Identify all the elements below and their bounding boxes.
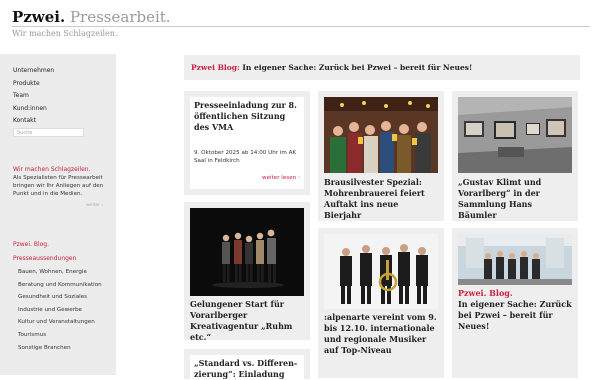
- card-title[interactable]: „Standard vs. Differen­zierung“: Einladu…: [194, 358, 302, 380]
- news-card[interactable]: Pzwei. Blog. In eigener Sache: Zurück be…: [452, 228, 578, 378]
- news-card[interactable]: :alpenarte vereint vom 9. bis 12.10. int…: [318, 228, 444, 378]
- category-item[interactable]: Bauen, Wohnen, Energie: [18, 266, 102, 279]
- category-item[interactable]: Tourismus: [18, 329, 102, 342]
- sidebar-intro-text: Als Spezialisten für Presse­arbeit bring…: [13, 175, 104, 197]
- news-card[interactable]: „Gustav Klimt und Vorarl­berg“ in der Sa…: [452, 91, 578, 221]
- nav-item-team[interactable]: Team: [13, 90, 54, 103]
- nav-item-kundinnen[interactable]: Kund:innen: [13, 103, 54, 116]
- card-image[interactable]: [458, 234, 572, 285]
- category-item[interactable]: Industrie und Gewerbe: [18, 304, 102, 317]
- category-item[interactable]: Kultur und Veranstaltungen: [18, 316, 102, 329]
- card-title[interactable]: Gelungener Start für Vor­arlberger Kreat…: [190, 299, 304, 343]
- card-title[interactable]: „Gustav Klimt und Vorarl­berg“ in der Sa…: [458, 177, 572, 221]
- card-image[interactable]: [324, 97, 438, 173]
- news-card[interactable]: Gelungener Start für Vor­arlberger Kreat…: [184, 202, 310, 343]
- category-list: Bauen, Wohnen, Energie Beratung und Komm…: [18, 266, 102, 354]
- card-kicker: Pzwei. Blog.: [458, 288, 513, 298]
- blog-banner[interactable]: Pzwei Blog: In eigener Sache: Zurück bei…: [184, 55, 580, 80]
- read-more-label: weiter lesen: [262, 175, 297, 181]
- beer-festival-photo: [324, 97, 438, 173]
- sidebar-subtitle: Wir machen Schlagzeilen.: [13, 166, 91, 173]
- sidebar: Unternehmen Produkte Team Kund:innen Kon…: [0, 54, 116, 375]
- banner-text: In eigener Sache: Zurück bei Pzwei – ber…: [239, 63, 473, 72]
- card-title[interactable]: Pzwei. Blog. In eigener Sache: Zurück be…: [458, 288, 572, 332]
- banner-label: Pzwei Blog:: [191, 63, 240, 72]
- site-tagline: Wir machen Schlagzeilen.: [12, 29, 118, 38]
- brand-suffix: Presse­arbeit.: [69, 8, 171, 26]
- card-title[interactable]: :alpenarte vereint vom 9. bis 12.10. int…: [324, 312, 438, 356]
- brand-name: Pzwei.: [12, 8, 66, 26]
- card-image[interactable]: [190, 208, 304, 296]
- card-description: 9. Oktober 2025 ab 14:00 Uhr im AK Saal …: [194, 150, 297, 164]
- news-card[interactable]: Presse­einladung zur 8. öffentlichen Sit…: [184, 91, 310, 195]
- gallery-photo: [458, 97, 572, 173]
- card-image[interactable]: [324, 234, 438, 309]
- search-input[interactable]: Suche: [13, 128, 84, 137]
- sidebar-more-link[interactable]: weiter ›: [86, 203, 103, 208]
- card-title-text: In eigener Sache: Zurück bei Pzwei – ber…: [458, 299, 572, 331]
- header-divider: [12, 26, 590, 27]
- category-item[interactable]: Sonstige Branchen: [18, 342, 102, 355]
- main-nav: Unternehmen Produkte Team Kund:innen Kon…: [13, 65, 54, 128]
- read-more-link[interactable]: weiter lesen ›: [262, 175, 300, 181]
- read-more-arrow: ›: [297, 175, 301, 181]
- card-title[interactable]: Presse­einladung zur 8. öffentlichen Sit…: [194, 100, 302, 133]
- card-title[interactable]: Brausilvester Spezial: Mohrenbrauerei fe…: [324, 177, 438, 221]
- nav-item-kontakt[interactable]: Kontakt: [13, 115, 54, 128]
- nav-item-unternehmen[interactable]: Unternehmen: [13, 65, 54, 78]
- card-image[interactable]: [458, 97, 572, 173]
- category-item[interactable]: Gesundheit und Soziales: [18, 291, 102, 304]
- news-card[interactable]: Brausilvester Spezial: Mohrenbrauerei fe…: [318, 91, 444, 221]
- sidebar-link-blog[interactable]: Pzwei. Blog.: [13, 241, 49, 248]
- sidebar-link-press[interactable]: Presse­aussendungen: [13, 255, 76, 262]
- site-logo[interactable]: Pzwei. Presse­arbeit.: [12, 8, 171, 26]
- category-item[interactable]: Beratung und Kommunikation: [18, 279, 102, 292]
- group-photo: [190, 208, 304, 296]
- team-photo: [458, 234, 572, 285]
- nav-item-produkte[interactable]: Produkte: [13, 78, 54, 91]
- musicians-photo: [324, 234, 438, 309]
